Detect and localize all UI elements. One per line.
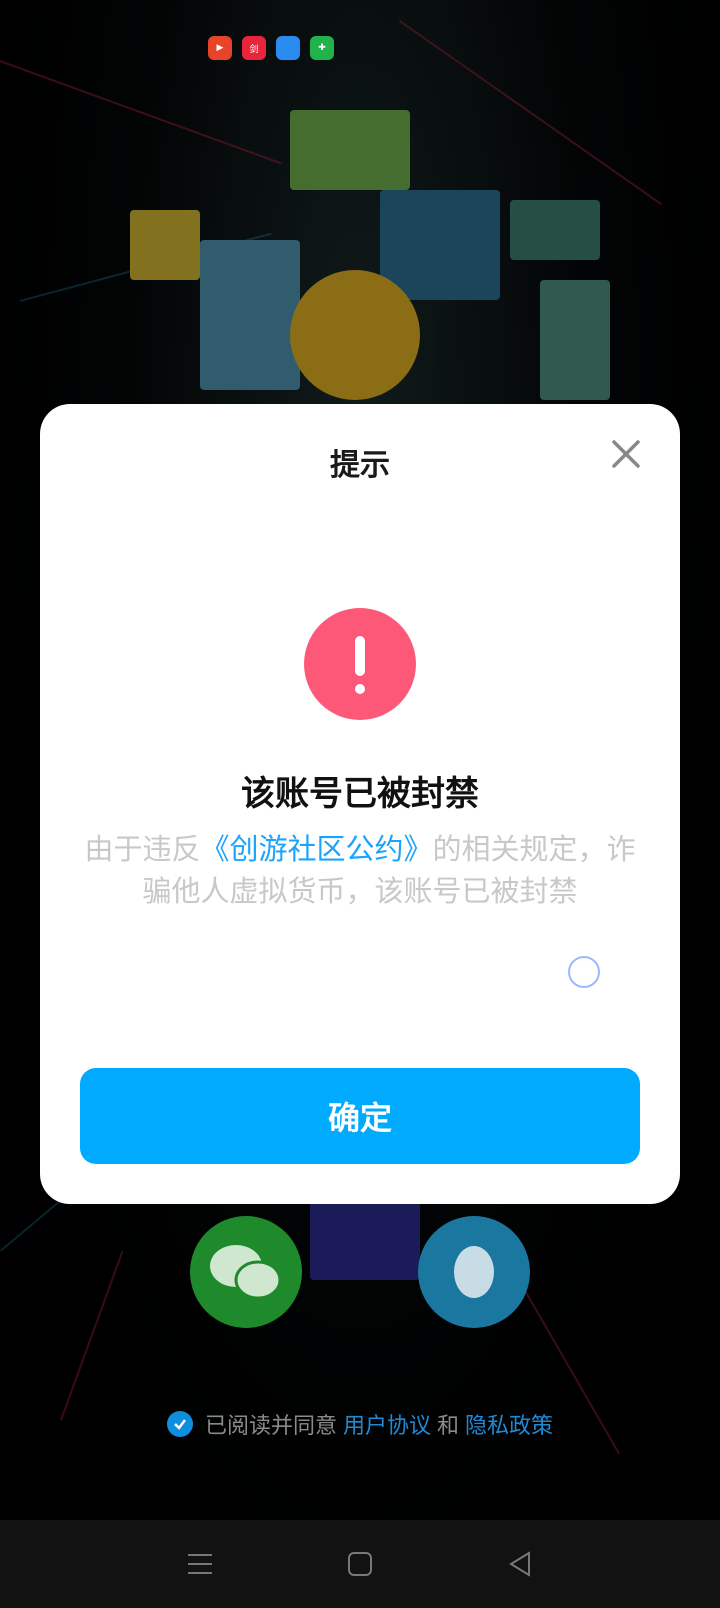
menu-icon	[188, 1554, 212, 1574]
wechat-icon	[210, 1245, 282, 1300]
system-navigation-bar	[0, 1520, 720, 1608]
back-nav-button[interactable]	[500, 1544, 540, 1584]
community-rules-link[interactable]: 《创游社区公约》	[200, 832, 432, 866]
qq-login-button[interactable]	[418, 1216, 530, 1328]
browser-app-icon	[276, 36, 300, 60]
agreement-checkbox[interactable]	[166, 1411, 193, 1437]
banned-heading: 该账号已被封禁	[241, 774, 479, 814]
close-icon	[612, 440, 640, 468]
warning-icon	[304, 608, 416, 720]
confirm-button[interactable]: 确定	[80, 1068, 640, 1164]
notification-icons: ▶ 剑 ✚	[208, 36, 334, 60]
security-app-icon: ✚	[310, 36, 334, 60]
close-button[interactable]	[606, 434, 646, 474]
user-agreement-link[interactable]: 用户协议	[343, 1408, 431, 1440]
privacy-policy-link[interactable]: 隐私政策	[465, 1408, 553, 1440]
dialog-title: 提示	[330, 448, 390, 483]
back-triangle-icon	[509, 1551, 530, 1577]
touch-indicator-ring	[568, 956, 600, 988]
wechat-login-button[interactable]	[190, 1216, 302, 1328]
agreement-and: 和	[437, 1414, 460, 1439]
agreement-prefix: 已阅读并同意	[204, 1414, 337, 1439]
menu-nav-button[interactable]	[180, 1544, 220, 1584]
home-nav-button[interactable]	[340, 1544, 380, 1584]
check-icon	[174, 1419, 186, 1430]
ban-notice-dialog: 提示 该账号已被封禁 由于违反《创游社区公约》的相关规定，诈骗他人虚拟货币，该账…	[40, 404, 680, 1204]
desc-text-before: 由于违反	[84, 832, 201, 866]
news-app-icon: 剑	[242, 36, 266, 60]
ban-description: 由于违反《创游社区公约》的相关规定，诈骗他人虚拟货币，该账号已被封禁	[80, 828, 640, 912]
home-square-icon	[348, 1552, 372, 1576]
video-app-icon: ▶	[208, 36, 232, 60]
qq-penguin-icon	[454, 1246, 494, 1298]
agreement-row: 已阅读并同意 用户协议 和 隐私政策	[0, 1408, 720, 1440]
